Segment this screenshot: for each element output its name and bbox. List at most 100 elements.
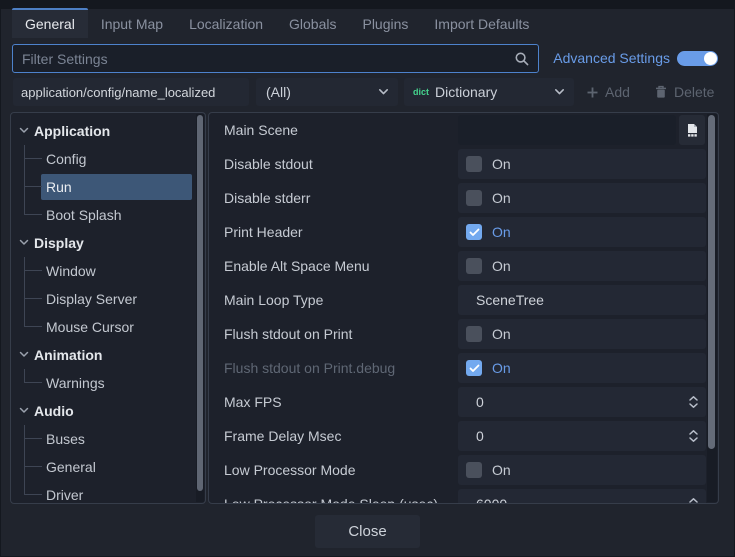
property-label: Main Scene [224, 113, 298, 147]
chevron-down-icon [19, 406, 29, 415]
checkbox-checked[interactable] [466, 224, 482, 240]
checkbox-unchecked[interactable] [466, 258, 482, 274]
checkbox-state-label: On [492, 326, 511, 342]
checkbox-unchecked[interactable] [466, 190, 482, 206]
tree-item-display-server[interactable]: Display Server [11, 285, 205, 313]
type-dropdown[interactable]: dict Dictionary [404, 78, 574, 106]
property-label: Main Loop Type [224, 283, 323, 317]
trash-icon [654, 85, 668, 99]
checkbox-cell[interactable]: On [458, 183, 706, 213]
plus-icon [586, 86, 599, 99]
toggle-knob [704, 52, 717, 65]
tree-item-mouse-cursor[interactable]: Mouse Cursor [11, 313, 205, 341]
checkbox-state-label: On [492, 190, 511, 206]
pick-file-button[interactable] [679, 115, 705, 145]
checkbox-cell[interactable]: On [458, 353, 706, 383]
tree-section-animation[interactable]: Animation [11, 341, 205, 369]
spinner-updown-icon[interactable] [688, 429, 699, 443]
add-button[interactable]: Add [586, 78, 630, 106]
main-scene-input[interactable] [458, 115, 676, 145]
property-row-frame-delay-msec: Frame Delay Msec 0 [209, 419, 718, 453]
tree-connector [24, 453, 42, 467]
property-path-input[interactable] [13, 78, 249, 106]
number-value: 6000 [476, 496, 507, 504]
checkbox-cell[interactable]: On [458, 455, 706, 485]
property-row-enable-alt-space-menu: Enable Alt Space Menu On [209, 249, 718, 283]
property-label: Low Processor Mode [224, 453, 356, 487]
tree-scrollbar-thumb[interactable] [197, 115, 203, 491]
number-value-cell[interactable]: 6000 [458, 489, 706, 504]
tree-item-window[interactable]: Window [11, 257, 205, 285]
tree-section-display[interactable]: Display [11, 229, 205, 257]
tree-label: Buses [46, 425, 85, 453]
checkbox-unchecked[interactable] [466, 326, 482, 342]
tab-general[interactable]: General [12, 8, 88, 38]
delete-button-label: Delete [674, 84, 714, 100]
checkbox-unchecked[interactable] [466, 462, 482, 478]
tree-connector [24, 313, 42, 327]
type-dropdown-value: Dictionary [435, 84, 497, 100]
property-label: Disable stdout [224, 147, 313, 181]
checkbox-cell[interactable]: On [458, 251, 706, 281]
chevron-down-icon [19, 350, 29, 359]
tab-globals[interactable]: Globals [276, 11, 349, 38]
tree-label: General [46, 453, 96, 481]
property-label: Frame Delay Msec [224, 419, 341, 453]
add-button-label: Add [605, 84, 630, 100]
tree-connector [24, 173, 42, 187]
delete-button[interactable]: Delete [654, 78, 714, 106]
advanced-settings-toggle[interactable] [677, 51, 718, 66]
settings-scrollbar-thumb[interactable] [708, 115, 715, 449]
number-value-cell[interactable]: 0 [458, 421, 706, 451]
feature-filter-dropdown[interactable]: (All) [256, 78, 398, 106]
spinner-updown-icon[interactable] [688, 497, 699, 504]
tab-input-map[interactable]: Input Map [88, 11, 176, 38]
checkbox-state-label: On [492, 224, 511, 240]
checkbox-state-label: On [492, 258, 511, 274]
property-row-low-processor-mode-sleep: Low Processor Mode Sleep (usec) 6000 [209, 487, 718, 504]
tab-plugins[interactable]: Plugins [349, 11, 421, 38]
property-label: Max FPS [224, 385, 282, 419]
tree-item-boot-splash[interactable]: Boot Splash [11, 201, 205, 229]
spinner-updown-icon[interactable] [688, 395, 699, 409]
tree-label: Driver [46, 481, 83, 504]
tab-import-defaults[interactable]: Import Defaults [421, 11, 542, 38]
checkbox-checked[interactable] [466, 360, 482, 376]
chevron-down-icon [554, 88, 565, 96]
tab-localization[interactable]: Localization [176, 11, 276, 38]
tree-item-driver[interactable]: Driver [11, 481, 205, 504]
tab-input-map-label: Input Map [101, 16, 163, 32]
tab-globals-label: Globals [289, 16, 336, 32]
tree-item-general[interactable]: General [11, 453, 205, 481]
tree-label: Application [34, 117, 110, 145]
filter-settings-input[interactable] [13, 45, 538, 72]
text-value: SceneTree [476, 292, 544, 308]
number-value-cell[interactable]: 0 [458, 387, 706, 417]
tree-label: Display [34, 229, 84, 257]
tree-label-selected: Run [46, 173, 72, 201]
tab-localization-label: Localization [189, 16, 263, 32]
property-row-main-scene: Main Scene [209, 113, 718, 147]
tree-item-config[interactable]: Config [11, 145, 205, 173]
tree-section-application[interactable]: Application [11, 117, 205, 145]
checkbox-unchecked[interactable] [466, 156, 482, 172]
tree-connector [24, 285, 42, 299]
property-label: Enable Alt Space Menu [224, 249, 370, 283]
close-button[interactable]: Close [315, 515, 420, 548]
check-icon [469, 228, 480, 237]
tree-connector [24, 257, 42, 271]
tree-section-audio[interactable]: Audio [11, 397, 205, 425]
checkbox-cell[interactable]: On [458, 149, 706, 179]
checkbox-cell[interactable]: On [458, 319, 706, 349]
tree-connector [24, 425, 42, 439]
tree-item-run[interactable]: Run [11, 173, 205, 201]
property-label: Flush stdout on Print [224, 317, 352, 351]
tree-item-buses[interactable]: Buses [11, 425, 205, 453]
tree-item-warnings[interactable]: Warnings [11, 369, 205, 397]
text-value-cell[interactable]: SceneTree [458, 285, 706, 315]
file-icon [685, 123, 699, 138]
property-row-max-fps: Max FPS 0 [209, 385, 718, 419]
property-label: Low Processor Mode Sleep (usec) [224, 487, 438, 504]
checkbox-cell[interactable]: On [458, 217, 706, 247]
property-row-flush-stdout-on-print-debug: Flush stdout on Print.debug On [209, 351, 718, 385]
